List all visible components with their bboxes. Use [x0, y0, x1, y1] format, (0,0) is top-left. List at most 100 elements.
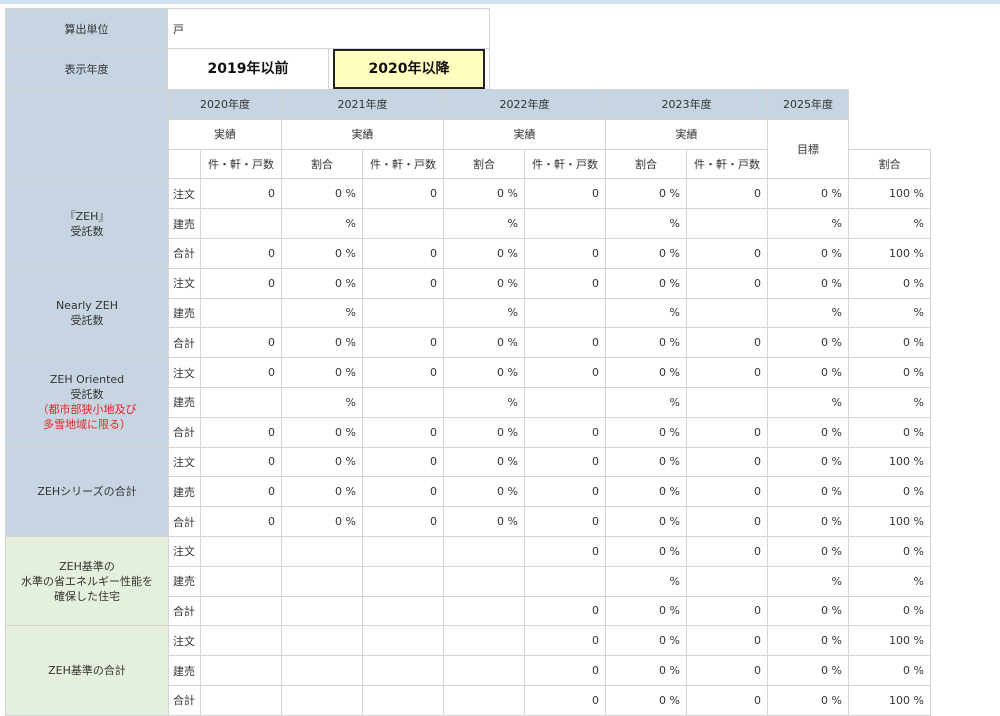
ratio-cell: 0 %: [605, 327, 687, 359]
row-type-label: 建売: [168, 565, 201, 597]
count-cell: 0: [362, 237, 444, 269]
table-row: ZEH基準の合計 注文 0 0 % 0 0 % 100 %: [5, 625, 931, 716]
count-cell: [686, 297, 768, 329]
ratio-cell: 0 %: [767, 357, 849, 388]
count-cell: [362, 297, 444, 329]
group-label-line: 水準の省エネルギー性能を: [21, 574, 153, 588]
count-cell: [200, 386, 282, 418]
row-type-label: 建売: [168, 297, 201, 329]
count-cell: [362, 625, 444, 657]
ratio-cell: %: [281, 386, 363, 418]
target-cell: 100 %: [848, 506, 931, 537]
count-cell: [524, 208, 606, 239]
ratio-cell: 0 %: [281, 327, 363, 359]
ratio-cell: 0 %: [767, 684, 849, 716]
count-cell: 0: [524, 655, 606, 686]
count-cell: 0: [200, 476, 282, 508]
table-row: ZEH Oriented 受託数 （都市部狭小地及び 多雪地域に限る） 注文 0 0 % 0 0…: [5, 357, 931, 448]
ratio-cell: [281, 625, 363, 657]
row-type-label: 合計: [168, 237, 201, 269]
ratio-cell: 0 %: [605, 237, 687, 269]
settings-table: 算出単位 戸 表示年度 2019年以前 2020年以降: [5, 8, 490, 90]
count-cell: 0: [200, 327, 282, 359]
ratio-cell: %: [443, 208, 525, 239]
count-cell: 0: [524, 357, 606, 388]
count-cell: [200, 535, 282, 567]
ratio-cell: 0 %: [443, 267, 525, 299]
count-cell: 0: [200, 416, 282, 448]
count-cell: 0: [524, 476, 606, 508]
count-cell: 0: [686, 267, 768, 299]
count-cell: 0: [200, 267, 282, 299]
count-cell: 0: [200, 237, 282, 269]
ratio-cell: [281, 565, 363, 597]
count-cell: [524, 565, 606, 597]
group-label-line: 受託数: [70, 224, 104, 238]
table-row: Nearly ZEH 受託数 注文 0 0 % 0 0 % 0 0 % 0 0 % 0 %: [5, 267, 931, 359]
target-header: 目標: [767, 118, 849, 180]
group-note-line: 多雪地域に限る）: [43, 418, 131, 432]
ratio-cell: 0 %: [443, 506, 525, 537]
count-cell: 0: [200, 446, 282, 478]
target-cell: 100 %: [848, 178, 931, 210]
ratio-cell: 0 %: [605, 506, 687, 537]
count-cell: [362, 386, 444, 418]
actual-header: 実績: [443, 118, 606, 150]
count-cell: 0: [686, 327, 768, 359]
count-cell: 0: [686, 595, 768, 627]
ratio-cell: 0 %: [767, 595, 849, 627]
ratio-cell: 0 %: [281, 267, 363, 299]
group-label: ZEH基準の 水準の省エネルギー性能を 確保した住宅: [5, 535, 169, 627]
ratio-cell: 0 %: [767, 237, 849, 269]
row-type-label: 注文: [168, 625, 201, 657]
year-label: 表示年度: [5, 48, 168, 90]
ratio-cell: 0 %: [767, 446, 849, 478]
count-cell: [362, 684, 444, 716]
row-type-label: 注文: [168, 535, 201, 567]
ratio-cell: [443, 595, 525, 627]
target-cell: %: [848, 386, 931, 418]
group-label-line: Nearly ZEH: [55, 298, 119, 312]
row-type-label: 注文: [168, 267, 201, 299]
ratio-cell: 0 %: [767, 655, 849, 686]
ratio-cell: %: [767, 297, 849, 329]
row-type-label: 建売: [168, 476, 201, 508]
target-cell: 100 %: [848, 684, 931, 716]
ratio-cell: [443, 655, 525, 686]
year-button-after-2020[interactable]: 2020年以降: [333, 49, 485, 89]
ratio-cell: 0 %: [605, 416, 687, 448]
row-type-label: 合計: [168, 416, 201, 448]
actual-header: 実績: [168, 118, 282, 150]
count-cell: [362, 655, 444, 686]
ratio-cell: 0 %: [281, 416, 363, 448]
row-type-label: 注文: [168, 446, 201, 478]
ratio-cell: 0 %: [443, 327, 525, 359]
header-corner: [5, 88, 169, 180]
count-cell: 0: [686, 684, 768, 716]
target-cell: %: [848, 297, 931, 329]
ratio-cell: 0 %: [767, 625, 849, 657]
count-cell: 0: [686, 535, 768, 567]
count-cell: 0: [686, 178, 768, 210]
ratio-cell: [443, 535, 525, 567]
target-cell: 0 %: [848, 327, 931, 359]
count-cell: [362, 595, 444, 627]
row-type-label: 注文: [168, 178, 201, 210]
row-type-label: 建売: [168, 655, 201, 686]
count-cell: [200, 684, 282, 716]
year-header: 2023年度: [605, 89, 768, 120]
count-cell: 0: [524, 178, 606, 210]
ratio-cell: 0 %: [443, 416, 525, 448]
ratio-cell: 0 %: [767, 476, 849, 508]
year-button-before-2019[interactable]: 2019年以前: [174, 50, 322, 88]
ratio-cell: 0 %: [605, 595, 687, 627]
count-cell: 0: [686, 357, 768, 388]
group-label: 『ZEH』 受託数: [5, 178, 169, 269]
count-cell: 0: [686, 237, 768, 269]
target-cell: 100 %: [848, 446, 931, 478]
count-cell: 0: [362, 476, 444, 508]
row-type-label: 合計: [168, 506, 201, 537]
count-cell: 0: [686, 625, 768, 657]
ratio-cell: [443, 565, 525, 597]
count-column-header: 件・軒・戸数: [362, 148, 444, 180]
